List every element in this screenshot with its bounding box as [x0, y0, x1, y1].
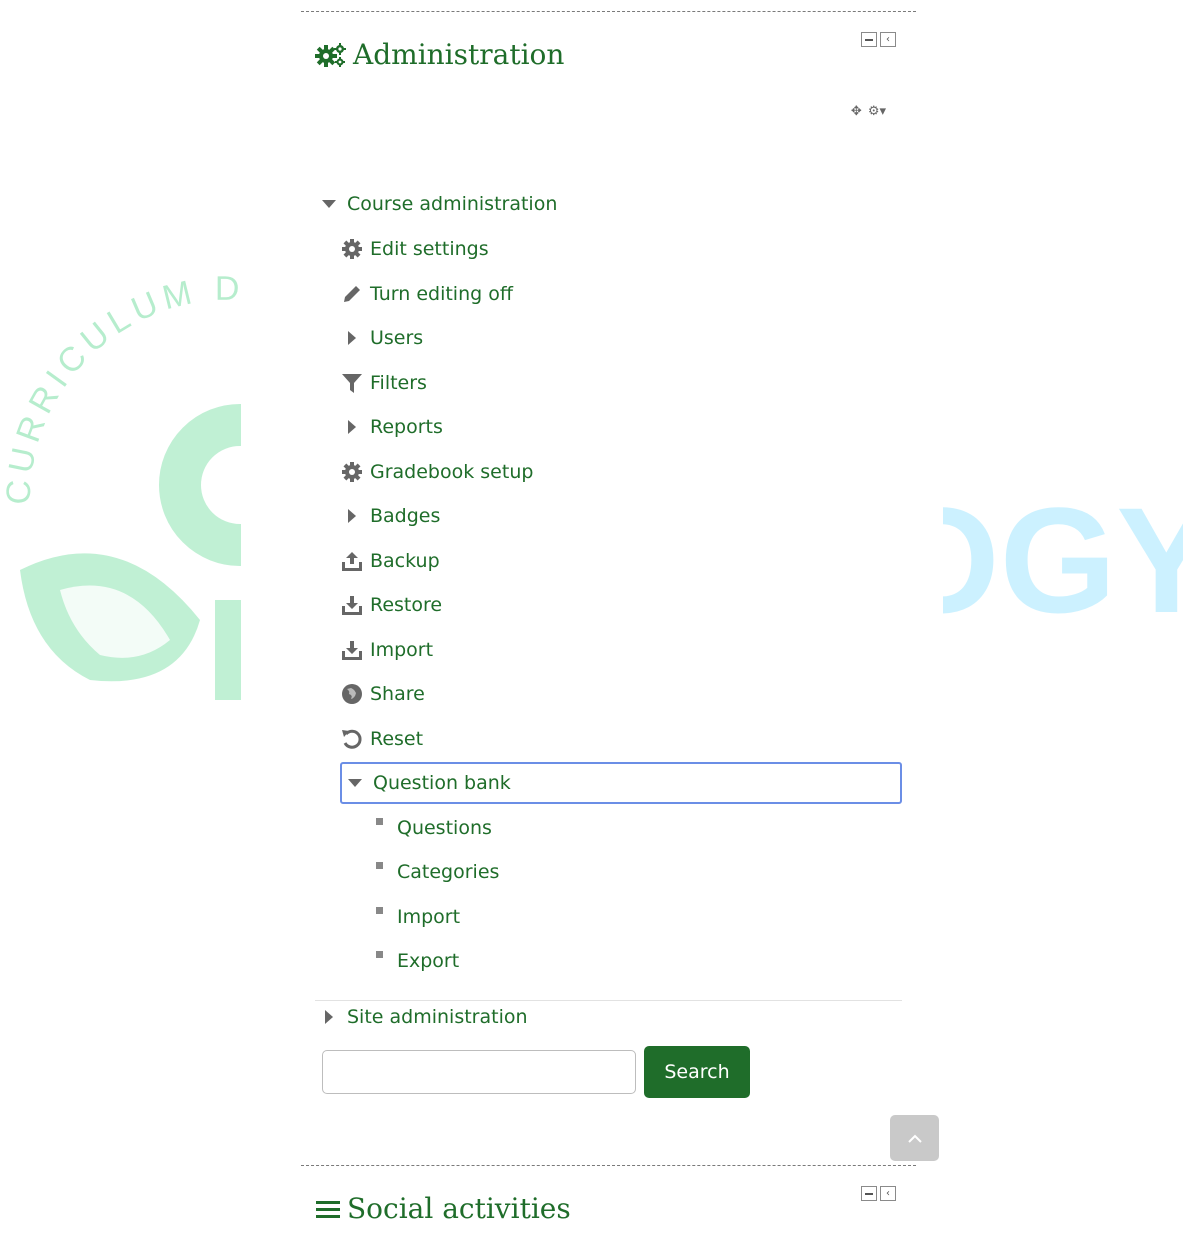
tree-item-label: Filters [370, 372, 427, 394]
tree-item-label: Backup [370, 550, 440, 572]
tree-item-label: Share [370, 683, 425, 705]
upload-icon [340, 549, 364, 573]
administration-block: Administration ‹ ✥ ⚙▾ Course administrat… [301, 11, 939, 1162]
tree-item-label: Restore [370, 594, 443, 616]
tree-item-filters[interactable]: Filters [340, 371, 427, 395]
tree-qb-item-label: Import [397, 906, 461, 928]
dock-icon[interactable]: ‹ [880, 1186, 896, 1201]
search-button[interactable]: Search [644, 1046, 750, 1098]
tree-item-gradebook-setup[interactable]: Gradebook setup [340, 460, 533, 484]
cogs-icon [315, 42, 347, 68]
gear-icon [340, 460, 364, 484]
expand-arrow-icon [340, 415, 364, 439]
social-activities-block: Social activities ‹ [301, 1165, 916, 1246]
globe-icon [340, 682, 364, 706]
tree-site-administration-label: Site administration [347, 1006, 528, 1028]
tree-item-reports[interactable]: Reports [340, 415, 443, 439]
pencil-icon [340, 282, 364, 306]
tree-qb-item-questions[interactable]: Questions [367, 816, 492, 840]
social-activities-title-text: Social activities [347, 1192, 571, 1225]
tree-item-turn-editing-off[interactable]: Turn editing off [340, 282, 513, 306]
administration-title: Administration [315, 38, 564, 71]
expand-arrow-icon [340, 504, 364, 528]
cog-menu-icon[interactable]: ⚙▾ [868, 104, 886, 119]
tree-item-edit-settings[interactable]: Edit settings [340, 237, 489, 261]
download-icon [340, 593, 364, 617]
tree-item-label: Gradebook setup [370, 461, 534, 483]
tree-item-label: Reports [370, 416, 443, 438]
bullet-icon [367, 816, 391, 840]
svg-text:CURRICULUM D: CURRICULUM D [0, 270, 241, 505]
tree-qb-item-label: Questions [397, 817, 492, 839]
tree-course-administration[interactable]: Course administration [317, 192, 557, 216]
move-icon[interactable]: ✥ [851, 104, 862, 119]
reset-icon [340, 727, 364, 751]
divider [315, 1000, 902, 1001]
collapse-arrow-icon [343, 771, 367, 795]
tree-qb-item-label: Categories [397, 861, 500, 883]
expand-arrow-icon [340, 326, 364, 350]
gear-icon [340, 237, 364, 261]
tree-item-label: Turn editing off [370, 283, 513, 305]
menu-icon [315, 1198, 341, 1220]
tree-item-users[interactable]: Users [340, 326, 423, 350]
tree-item-label: Import [370, 639, 434, 661]
bullet-icon [367, 860, 391, 884]
block-tools: ✥ ⚙▾ [851, 104, 886, 119]
watermark-arc-text: CURRICULUM D [0, 270, 239, 505]
bullet-icon [367, 905, 391, 929]
tree-course-administration-label: Course administration [347, 193, 558, 215]
filter-icon [340, 371, 364, 395]
tree-item-label: Badges [370, 505, 441, 527]
tree-item-badges[interactable]: Badges [340, 504, 440, 528]
tree-item-label: Users [370, 327, 424, 349]
tree-item-backup[interactable]: Backup [340, 549, 440, 573]
tree-site-administration[interactable]: Site administration [317, 1005, 528, 1029]
chevron-up-icon [907, 1129, 923, 1148]
tree-question-bank-label: Question bank [373, 772, 511, 794]
download-icon [340, 638, 364, 662]
tree-item-label: Edit settings [370, 238, 489, 260]
tree-qb-item-label: Export [397, 950, 460, 972]
minus-icon[interactable] [861, 1186, 877, 1201]
tree-question-bank[interactable]: Question bank [343, 771, 511, 795]
block-controls: ‹ [861, 32, 896, 47]
admin-search-input[interactable] [322, 1050, 636, 1094]
tree-item-restore[interactable]: Restore [340, 593, 442, 617]
dock-icon[interactable]: ‹ [880, 32, 896, 47]
bullet-icon [367, 949, 391, 973]
tree-qb-item-export[interactable]: Export [367, 949, 459, 973]
collapse-arrow-icon [317, 192, 341, 216]
tree-item-label: Reset [370, 728, 424, 750]
watermark-logo: CURRICULUM D [0, 270, 241, 700]
tree-qb-item-categories[interactable]: Categories [367, 860, 499, 884]
expand-arrow-icon [317, 1005, 341, 1029]
tree-qb-item-import[interactable]: Import [367, 905, 460, 929]
block-controls: ‹ [861, 1186, 896, 1201]
tree-item-import[interactable]: Import [340, 638, 433, 662]
social-activities-title: Social activities [315, 1192, 571, 1225]
tree-item-reset[interactable]: Reset [340, 727, 423, 751]
back-to-top-button[interactable] [890, 1115, 939, 1161]
watermark-text: OGY [943, 480, 1183, 640]
minus-icon[interactable] [861, 32, 877, 47]
tree-item-share[interactable]: Share [340, 682, 425, 706]
administration-title-text: Administration [353, 38, 565, 71]
